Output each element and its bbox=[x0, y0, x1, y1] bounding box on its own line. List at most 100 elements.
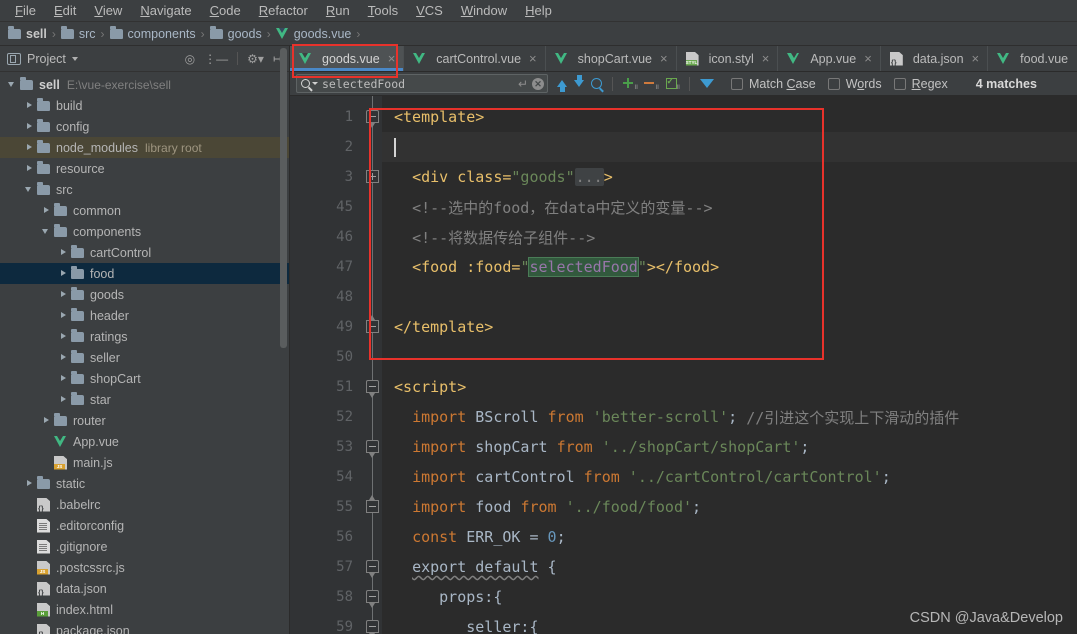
tree-item-main-js[interactable]: JS main.js bbox=[0, 452, 289, 473]
expand-arrow-icon[interactable] bbox=[57, 393, 70, 406]
expand-arrow-icon[interactable] bbox=[23, 99, 36, 112]
expand-arrow-icon[interactable] bbox=[57, 372, 70, 385]
fold-collapse-icon[interactable] bbox=[366, 110, 379, 123]
tree-item-data-json[interactable]: data.json bbox=[0, 578, 289, 599]
code-folding-gutter[interactable] bbox=[362, 96, 382, 634]
tree-item-shopcart[interactable]: shopCart bbox=[0, 368, 289, 389]
regex-option[interactable]: Regex bbox=[893, 77, 948, 91]
close-icon[interactable]: × bbox=[864, 52, 872, 65]
menu-item-run[interactable]: Run bbox=[317, 0, 359, 21]
fold-marker-slot[interactable] bbox=[362, 282, 382, 312]
fold-marker-slot[interactable] bbox=[362, 582, 382, 612]
expand-arrow-icon[interactable] bbox=[40, 414, 53, 427]
tree-item-goods[interactable]: goods bbox=[0, 284, 289, 305]
menu-item-view[interactable]: View bbox=[85, 0, 131, 21]
tree-item-node-modules[interactable]: node_modules library root bbox=[0, 137, 289, 158]
fold-collapse-icon[interactable] bbox=[366, 380, 379, 393]
fold-marker-slot[interactable] bbox=[362, 252, 382, 282]
fold-marker-slot[interactable] bbox=[362, 402, 382, 432]
words-checkbox[interactable] bbox=[827, 77, 840, 90]
tree-item-static[interactable]: static bbox=[0, 473, 289, 494]
sidebar-scrollbar[interactable] bbox=[280, 46, 288, 634]
menu-item-refactor[interactable]: Refactor bbox=[250, 0, 317, 21]
fold-marker-slot[interactable] bbox=[362, 312, 382, 342]
fold-marker-slot[interactable] bbox=[362, 612, 382, 634]
tree-item--babelrc[interactable]: .babelrc bbox=[0, 494, 289, 515]
project-tree[interactable]: sell E:\vue-exercise\sell build config node_… bbox=[0, 72, 289, 634]
add-line-icon[interactable]: II bbox=[623, 77, 638, 91]
tree-item-src[interactable]: src bbox=[0, 179, 289, 200]
editor-tab-goods-vue[interactable]: goods.vue × bbox=[290, 46, 405, 71]
fold-marker-slot[interactable] bbox=[362, 192, 382, 222]
tree-item-seller[interactable]: seller bbox=[0, 347, 289, 368]
expand-arrow-icon[interactable] bbox=[57, 309, 70, 322]
locate-icon[interactable]: ◎ bbox=[185, 53, 195, 65]
chevron-down-icon[interactable] bbox=[71, 56, 78, 61]
tree-item-food[interactable]: food bbox=[0, 263, 289, 284]
tree-item-router[interactable]: router bbox=[0, 410, 289, 431]
fold-marker-slot[interactable] bbox=[362, 492, 382, 522]
menu-item-file[interactable]: File bbox=[6, 0, 45, 21]
breadcrumb-item-goods-vue[interactable]: goods.vue bbox=[275, 27, 351, 41]
fold-collapse-icon[interactable] bbox=[366, 620, 379, 633]
expand-arrow-icon[interactable] bbox=[40, 204, 53, 217]
fold-collapse-icon[interactable] bbox=[366, 440, 379, 453]
project-panel-title[interactable]: Project bbox=[27, 52, 66, 66]
remove-line-icon[interactable]: II bbox=[644, 77, 659, 91]
collapse-arrow-icon[interactable] bbox=[23, 183, 36, 196]
tree-item--editorconfig[interactable]: .editorconfig bbox=[0, 515, 289, 536]
fold-marker-slot[interactable] bbox=[362, 162, 382, 192]
editor-tab-shopcart-vue[interactable]: shopCart.vue × bbox=[546, 46, 677, 71]
editor-tab-food-vue[interactable]: food.vue× bbox=[988, 46, 1077, 71]
expand-arrow-icon[interactable] bbox=[57, 288, 70, 301]
breadcrumb-item-src[interactable]: src bbox=[60, 25, 96, 41]
expand-arrow-icon[interactable] bbox=[23, 162, 36, 175]
editor-tab-app-vue[interactable]: App.vue × bbox=[778, 46, 881, 71]
close-icon[interactable]: × bbox=[388, 52, 396, 65]
tree-item-header[interactable]: header bbox=[0, 305, 289, 326]
tree-item-build[interactable]: build bbox=[0, 95, 289, 116]
words-option[interactable]: Words bbox=[827, 77, 882, 91]
code-text-area[interactable]: <template> <div class= "goods"... > <!--选中… bbox=[382, 96, 1077, 634]
expand-arrow-icon[interactable] bbox=[57, 351, 70, 364]
fold-collapse-icon[interactable] bbox=[366, 590, 379, 603]
expand-arrow-icon[interactable] bbox=[23, 141, 36, 154]
tree-item-cartcontrol[interactable]: cartControl bbox=[0, 242, 289, 263]
menu-item-code[interactable]: Code bbox=[201, 0, 250, 21]
menu-item-navigate[interactable]: Navigate bbox=[131, 0, 200, 21]
tree-item-package-json[interactable]: package.json bbox=[0, 620, 289, 634]
tree-item-sell[interactable]: sell E:\vue-exercise\sell bbox=[0, 74, 289, 95]
editor-tab-cartcontrol-vue[interactable]: cartControl.vue × bbox=[404, 46, 546, 71]
fold-end-icon[interactable] bbox=[366, 500, 379, 513]
editor-tab-icon-styl[interactable]: STYL icon.styl × bbox=[677, 46, 779, 71]
menu-item-help[interactable]: Help bbox=[516, 0, 561, 21]
tree-item-app-vue[interactable]: App.vue bbox=[0, 431, 289, 452]
tree-item-common[interactable]: common bbox=[0, 200, 289, 221]
fold-marker-slot[interactable] bbox=[362, 342, 382, 372]
tree-item-index-html[interactable]: Hindex.html bbox=[0, 599, 289, 620]
fold-end-icon[interactable] bbox=[366, 320, 379, 333]
fold-marker-slot[interactable] bbox=[362, 522, 382, 552]
collapse-all-icon[interactable]: ⋮— bbox=[204, 53, 228, 65]
fold-marker-slot[interactable] bbox=[362, 372, 382, 402]
match-case-option[interactable]: Match Case bbox=[731, 77, 816, 91]
fold-marker-slot[interactable] bbox=[362, 432, 382, 462]
next-match-icon[interactable] bbox=[574, 75, 584, 87]
filter-icon[interactable] bbox=[700, 79, 714, 101]
menu-item-tools[interactable]: Tools bbox=[359, 0, 407, 21]
fold-marker-slot[interactable] bbox=[362, 132, 382, 162]
sidebar-scrollbar-thumb[interactable] bbox=[280, 48, 287, 348]
tree-item-star[interactable]: star bbox=[0, 389, 289, 410]
select-all-occurrences-icon[interactable] bbox=[591, 78, 602, 89]
close-icon[interactable]: × bbox=[972, 52, 980, 65]
tree-item-ratings[interactable]: ratings bbox=[0, 326, 289, 347]
fold-marker-slot[interactable] bbox=[362, 552, 382, 582]
menu-item-edit[interactable]: Edit bbox=[45, 0, 85, 21]
breadcrumb-item-goods[interactable]: goods bbox=[209, 25, 262, 41]
search-input[interactable]: selectedFood ↵ ✕ bbox=[296, 74, 548, 93]
menu-item-vcs[interactable]: VCS bbox=[407, 0, 452, 21]
tree-item-config[interactable]: config bbox=[0, 116, 289, 137]
close-icon[interactable]: × bbox=[529, 52, 537, 65]
collapse-arrow-icon[interactable] bbox=[6, 78, 19, 91]
tree-item--gitignore[interactable]: .gitignore bbox=[0, 536, 289, 557]
